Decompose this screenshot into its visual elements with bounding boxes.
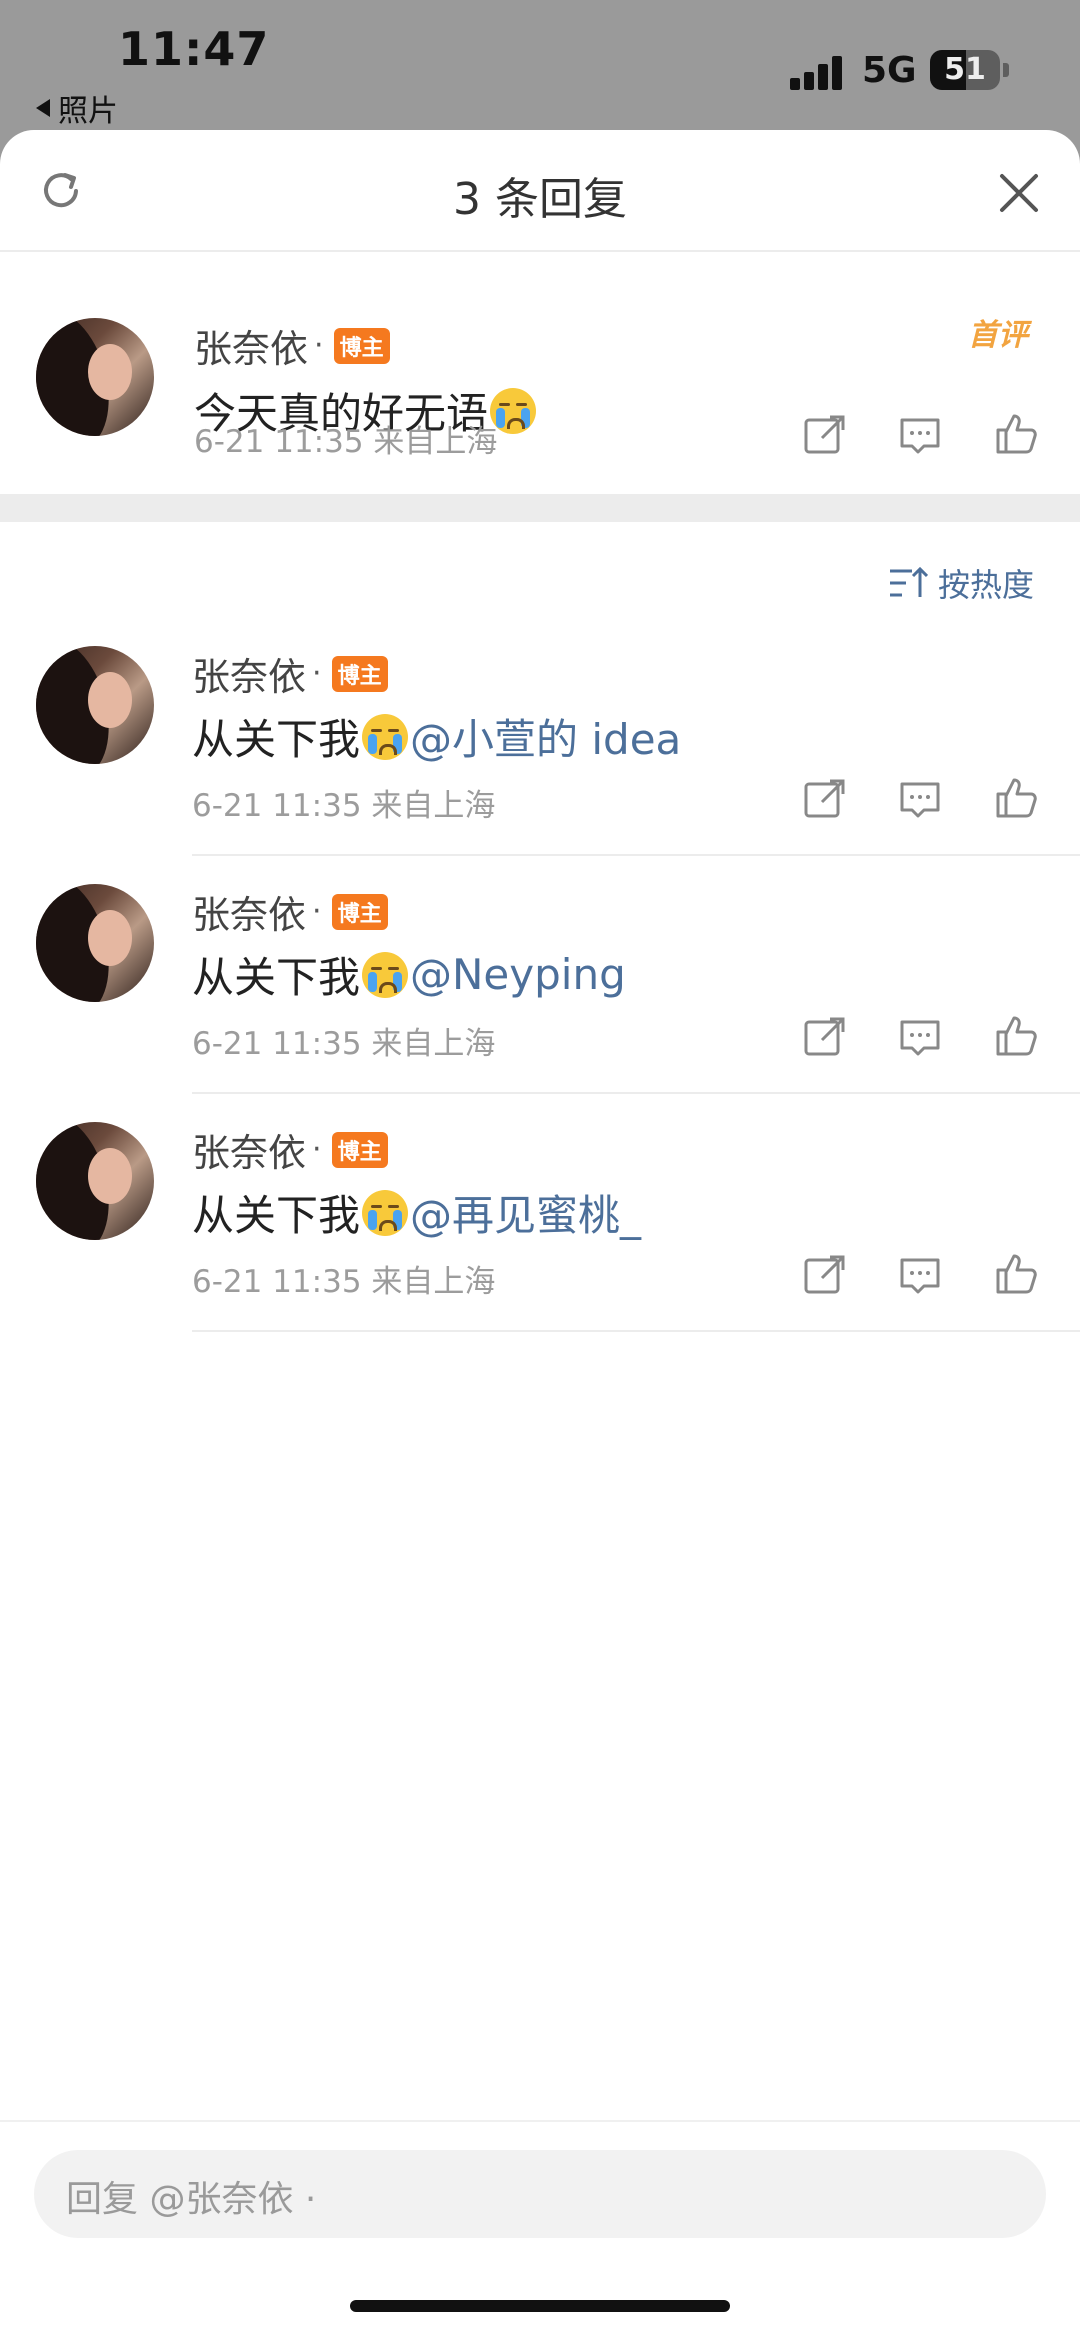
reply-item: 张奈依 · 博主 从关下我 @小萱的 idea 6-21 11:35 来自上海 <box>0 646 1080 856</box>
comment-time: 6-21 11:35 <box>192 1264 362 1300</box>
comment-text: 从关下我 @Neyping <box>192 944 626 1005</box>
comment-meta: 6-21 11:35 来自上海 <box>192 1256 495 1301</box>
name-separator: · <box>312 1132 322 1167</box>
author-name[interactable]: 张奈依 <box>192 1122 306 1177</box>
avatar[interactable] <box>36 884 154 1002</box>
replies-sheet: 3 条回复 张奈依 · 博主 首评 今天真的好无语 6-21 11:35 来自上… <box>0 130 1080 2338</box>
avatar[interactable] <box>36 1122 154 1240</box>
comment-text: 从关下我 @小萱的 idea <box>192 706 681 767</box>
mention-link[interactable]: @Neyping <box>410 950 626 999</box>
like-icon[interactable] <box>992 1250 1040 1298</box>
battery-icon: 51 <box>930 50 1000 90</box>
comment-meta: 6-21 11:35 来自上海 <box>194 416 497 461</box>
row-divider <box>192 1330 1080 1332</box>
back-arrow-icon <box>36 99 50 117</box>
sort-icon <box>890 566 928 597</box>
comment-time: 6-21 11:35 <box>192 1026 362 1062</box>
comment-icon[interactable] <box>896 776 944 824</box>
share-icon[interactable] <box>800 776 848 824</box>
home-indicator[interactable] <box>350 2300 730 2312</box>
author-name[interactable]: 张奈依 <box>194 318 308 373</box>
first-comment-label: 首评 <box>968 318 1028 353</box>
back-app-label: 照片 <box>58 94 118 129</box>
comment-icon[interactable] <box>896 1252 944 1300</box>
network-type: 5G <box>862 50 917 91</box>
back-to-app-link[interactable]: 照片 <box>36 86 118 130</box>
reply-item: 张奈依 · 博主 从关下我 @Neyping 6-21 11:35 来自上海 <box>0 884 1080 1094</box>
blogger-badge: 博主 <box>331 1131 388 1168</box>
author-row: 张奈依 · 博主 <box>194 318 390 373</box>
like-icon[interactable] <box>992 410 1040 458</box>
author-name[interactable]: 张奈依 <box>192 884 306 939</box>
comment-body: 从关下我 <box>192 715 361 764</box>
comment-location: 来自上海 <box>371 788 496 824</box>
comment-text: 从关下我 @再见蜜桃_ <box>192 1182 641 1243</box>
signal-icon <box>790 54 846 90</box>
reply-input-placeholder: 回复 @张奈依 · <box>66 2179 317 2220</box>
crying-face-icon <box>362 713 409 760</box>
name-separator: · <box>312 894 322 929</box>
crying-face-icon <box>362 1189 409 1236</box>
author-name[interactable]: 张奈依 <box>192 646 306 701</box>
crying-face-icon <box>362 951 409 998</box>
status-time: 11:47 <box>118 22 270 76</box>
status-bar: 11:47 照片 5G 51 <box>0 0 1080 135</box>
comment-icon[interactable] <box>896 1014 944 1062</box>
name-separator: · <box>312 656 322 691</box>
author-row: 张奈依 · 博主 <box>192 1122 388 1177</box>
section-divider <box>0 494 1080 522</box>
battery-percent: 51 <box>944 52 986 87</box>
comment-location: 来自上海 <box>373 424 498 460</box>
name-separator: · <box>314 328 324 363</box>
blogger-badge: 博主 <box>331 893 388 930</box>
comment-location: 来自上海 <box>371 1264 496 1300</box>
sort-by-hot-button[interactable]: 按热度 <box>888 560 1034 606</box>
share-icon[interactable] <box>800 1014 848 1062</box>
reply-input[interactable]: 回复 @张奈依 · <box>34 2150 1046 2238</box>
main-comment: 张奈依 · 博主 首评 今天真的好无语 6-21 11:35 来自上海 <box>0 250 1080 460</box>
like-icon[interactable] <box>992 774 1040 822</box>
like-icon[interactable] <box>992 1012 1040 1060</box>
mention-link[interactable]: @小萱的 idea <box>410 706 681 767</box>
author-row: 张奈依 · 博主 <box>192 646 388 701</box>
avatar[interactable] <box>36 318 154 436</box>
sort-label: 按热度 <box>938 566 1035 604</box>
share-icon[interactable] <box>800 412 848 460</box>
avatar[interactable] <box>36 646 154 764</box>
mention-link[interactable]: @再见蜜桃_ <box>410 1182 641 1243</box>
comment-meta: 6-21 11:35 来自上海 <box>192 1018 495 1063</box>
comment-meta: 6-21 11:35 来自上海 <box>192 780 495 825</box>
comment-body: 从关下我 <box>192 953 361 1002</box>
row-divider <box>192 1092 1080 1094</box>
comment-time: 6-21 11:35 <box>194 424 364 460</box>
blogger-badge: 博主 <box>331 655 388 692</box>
sheet-header: 3 条回复 <box>0 130 1080 252</box>
author-row: 张奈依 · 博主 <box>192 884 388 939</box>
sheet-title: 3 条回复 <box>453 174 627 225</box>
comment-body: 从关下我 <box>192 1191 361 1240</box>
comment-location: 来自上海 <box>371 1026 496 1062</box>
blogger-badge: 博主 <box>333 327 390 364</box>
battery-nub <box>1003 63 1009 77</box>
comment-icon[interactable] <box>896 412 944 460</box>
reply-item: 张奈依 · 博主 从关下我 @再见蜜桃_ 6-21 11:35 来自上海 <box>0 1122 1080 1332</box>
close-icon[interactable] <box>998 172 1040 214</box>
row-divider <box>192 854 1080 856</box>
share-icon[interactable] <box>800 1252 848 1300</box>
comment-time: 6-21 11:35 <box>192 788 362 824</box>
